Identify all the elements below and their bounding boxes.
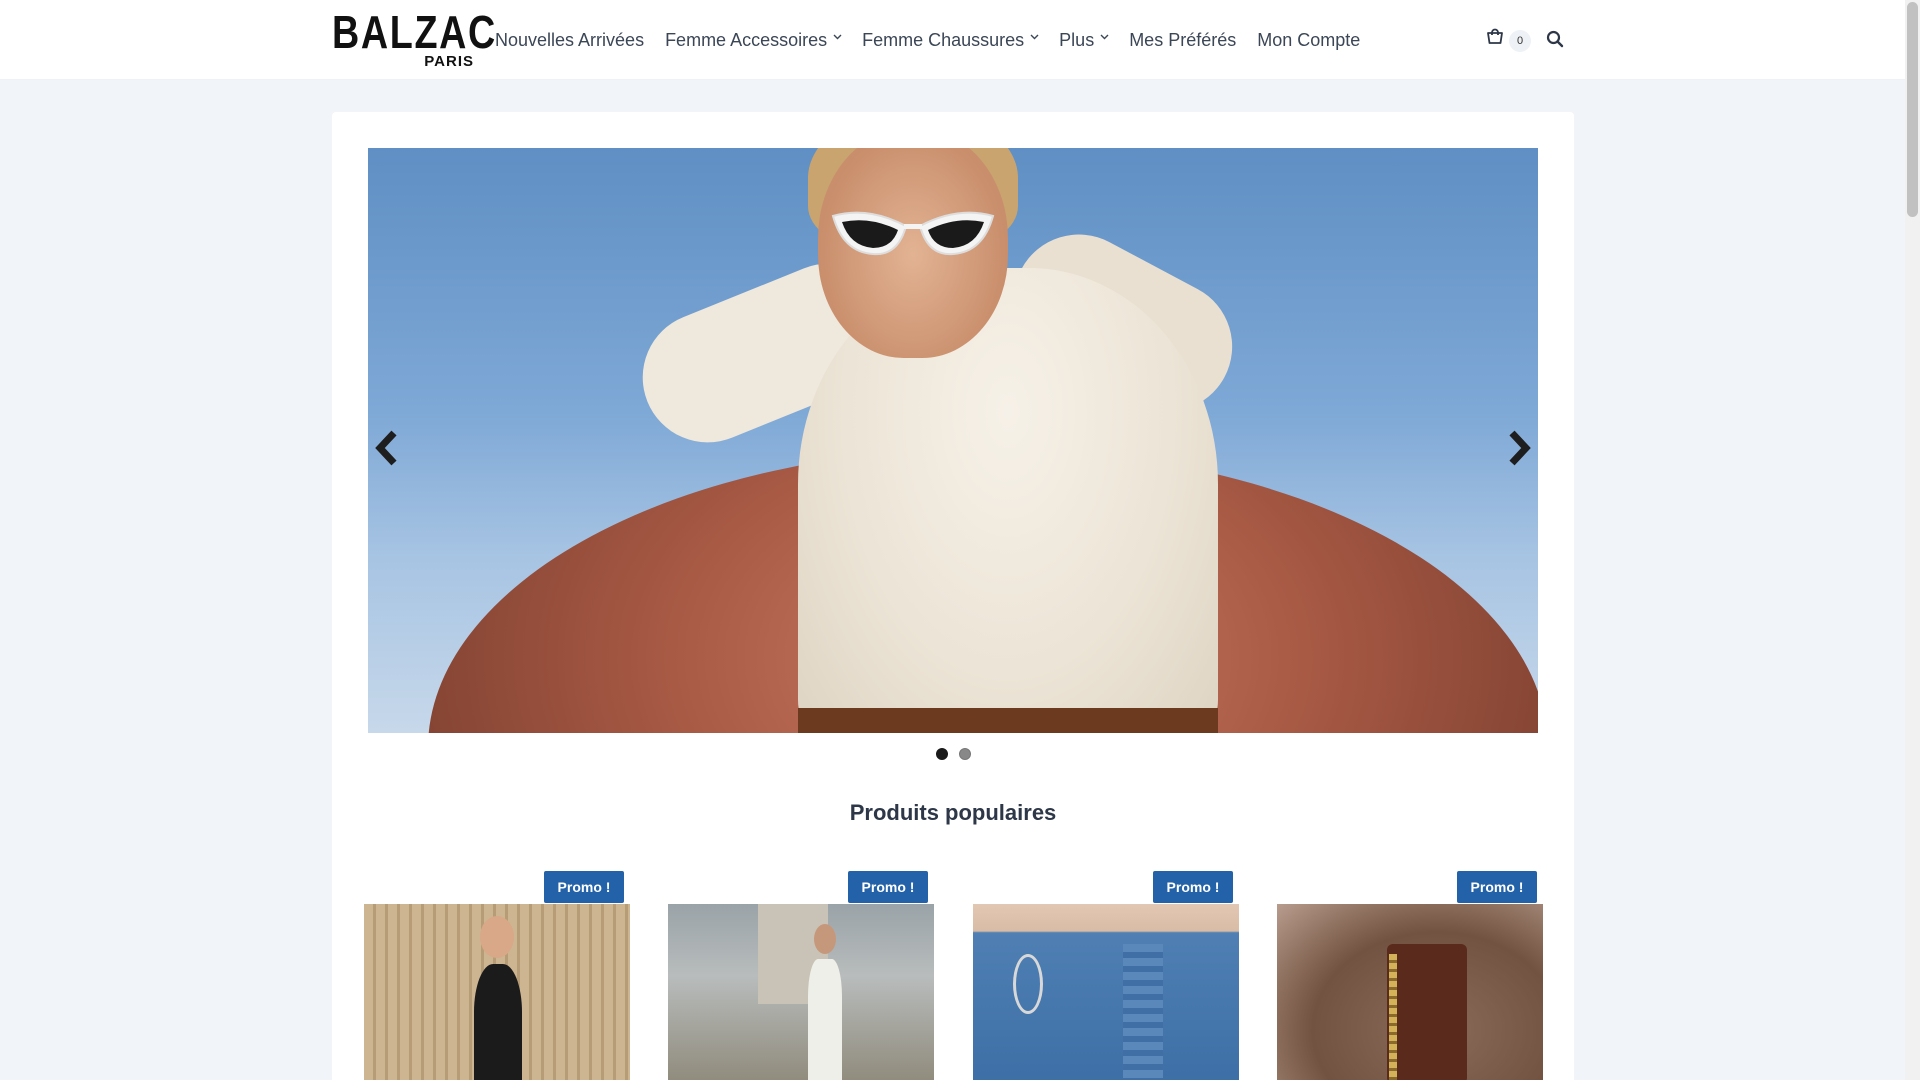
slide-image-part [798,708,1218,733]
product-image[interactable] [1277,904,1543,1080]
product-image[interactable] [668,904,934,1080]
chevron-down-icon [1030,34,1039,42]
promo-badge: Promo ! [848,871,928,903]
product-card[interactable]: Promo ! [668,871,934,1080]
nav-label: Nouvelles Arrivées [495,29,645,50]
balzac-paris-logo[interactable]: BALZAC PARIS [332,6,497,70]
slider-pagination [936,748,971,760]
nav-femme-chaussures[interactable]: Femme Chaussures [862,29,1039,51]
site-header: BALZAC PARIS Nouvelles Arrivées Femme Ac… [0,0,1905,80]
slider-prev-button[interactable] [368,423,408,473]
nav-nouvelles-arrivees[interactable]: Nouvelles Arrivées [495,30,644,51]
nav-label: Mes Préférés [1129,29,1237,50]
search-button[interactable] [1546,30,1566,50]
promo-badge: Promo ! [1457,871,1537,903]
cart-icon [1485,28,1505,53]
promo-badge: Promo ! [544,871,624,903]
chevron-left-icon [368,430,408,477]
scrollbar-thumb[interactable] [1907,2,1918,217]
chevron-down-icon [1100,34,1109,42]
promo-badge: Promo ! [1153,871,1233,903]
chevron-down-icon [833,34,842,42]
product-card[interactable]: Promo ! [1277,871,1543,1080]
product-image[interactable] [973,904,1239,1080]
main-navigation: Nouvelles Arrivées Femme Accessoires Fem… [495,0,1381,80]
cart-button[interactable]: 0 [1485,28,1531,53]
nav-label: Mon Compte [1257,29,1361,50]
nav-label: Femme Chaussures [862,29,1025,50]
search-icon [1546,30,1564,52]
nav-mes-preferes[interactable]: Mes Préférés [1129,30,1236,51]
section-title-popular-products: Produits populaires [849,800,1057,825]
nav-label: Femme Accessoires [665,29,828,50]
nav-label: Plus [1059,29,1095,50]
logo-wordmark: BALZAC [332,6,497,58]
hero-slider[interactable] [368,148,1538,733]
slide-image-sunglasses [831,211,995,256]
nav-plus[interactable]: Plus [1059,29,1109,51]
cart-count-badge: 0 [1509,29,1531,52]
slider-dot-2[interactable] [959,748,971,760]
chevron-right-icon [1498,430,1538,477]
slider-next-button[interactable] [1498,423,1538,473]
product-card[interactable]: Promo ! [364,871,630,1080]
product-image[interactable] [364,904,630,1080]
slider-dot-1[interactable] [936,748,948,760]
nav-mon-compte[interactable]: Mon Compte [1257,30,1360,51]
product-card[interactable]: Promo ! [973,871,1239,1080]
nav-femme-accessoires[interactable]: Femme Accessoires [665,29,842,51]
